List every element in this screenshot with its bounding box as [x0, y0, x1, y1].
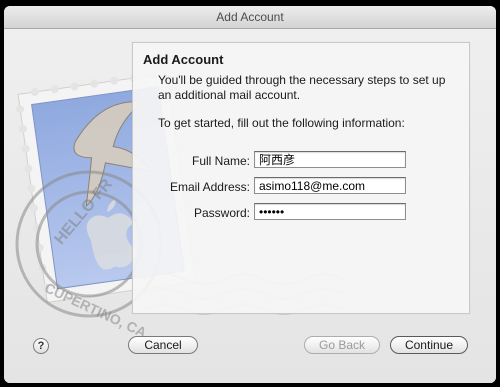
- account-setup-panel: Add Account You'll be guided through the…: [132, 42, 470, 314]
- email-field[interactable]: [254, 177, 406, 194]
- full-name-field[interactable]: [254, 151, 406, 168]
- intro-text: You'll be guided through the necessary s…: [158, 73, 446, 102]
- help-icon[interactable]: ?: [33, 338, 49, 354]
- password-field[interactable]: [254, 203, 406, 220]
- continue-button[interactable]: Continue: [390, 336, 468, 354]
- password-label: Password:: [193, 206, 250, 220]
- window-title: Add Account: [216, 10, 284, 24]
- instruction-text: To get started, fill out the following i…: [158, 116, 405, 130]
- panel-heading: Add Account: [143, 52, 224, 67]
- title-bar: Add Account: [4, 6, 496, 29]
- email-label: Email Address:: [169, 180, 250, 194]
- full-name-label: Full Name:: [191, 154, 250, 168]
- add-account-window: Add Account HELLO FR CUPERTINO, CA Add A…: [4, 6, 496, 383]
- go-back-button[interactable]: Go Back: [304, 336, 380, 354]
- content-area: HELLO FR CUPERTINO, CA Add Account You'l…: [4, 29, 496, 383]
- cancel-button[interactable]: Cancel: [128, 336, 198, 354]
